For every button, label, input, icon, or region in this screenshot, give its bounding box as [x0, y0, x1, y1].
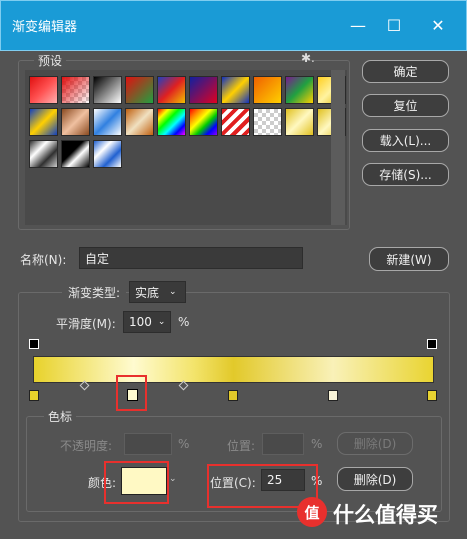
smoothness-unit: %	[178, 315, 190, 329]
gradient-type-value: 实底	[135, 285, 160, 300]
preset-swatch[interactable]	[253, 76, 282, 104]
opacity-stop-right[interactable]	[427, 339, 437, 349]
preset-swatch[interactable]	[221, 108, 250, 136]
presets-legend: 预设	[34, 52, 67, 69]
minimize-button[interactable]: —	[340, 12, 376, 38]
preset-swatch[interactable]	[125, 76, 154, 104]
reset-button[interactable]: 复位	[362, 94, 449, 117]
opacity-location-unit: %	[311, 437, 323, 451]
opacity-location-label: 位置:	[227, 439, 256, 453]
preset-swatch[interactable]	[29, 140, 58, 168]
watermark-logo-icon: 值	[297, 497, 327, 527]
smoothness-value: 100	[129, 315, 152, 329]
ok-button[interactable]: 确定	[362, 60, 449, 83]
preset-swatch[interactable]	[189, 108, 218, 136]
window-title: 渐变编辑器	[12, 20, 78, 35]
preset-swatch[interactable]	[285, 76, 314, 104]
color-stop[interactable]	[29, 390, 39, 401]
preset-swatch[interactable]	[29, 76, 58, 104]
chevron-down-icon: ⌄	[157, 317, 166, 327]
highlight-selected-stop	[116, 375, 147, 411]
highlight-color	[104, 461, 169, 504]
color-delete-button[interactable]: 删除(D)	[337, 467, 413, 491]
opacity-stop-left[interactable]	[29, 339, 39, 349]
color-stop[interactable]	[328, 390, 338, 401]
presets-grid	[25, 70, 347, 225]
preset-swatch[interactable]	[221, 76, 250, 104]
close-icon: ✕	[431, 15, 445, 35]
minimize-icon: —	[350, 15, 366, 35]
preset-swatch[interactable]	[125, 108, 154, 136]
smoothness-label: 平滑度(M):	[56, 317, 116, 331]
preset-swatch[interactable]	[61, 140, 90, 168]
color-stop[interactable]	[228, 390, 238, 401]
name-input[interactable]: 自定	[79, 247, 303, 269]
opacity-unit: %	[178, 437, 190, 451]
chevron-down-icon: ⌄	[169, 287, 177, 297]
preset-swatch[interactable]	[285, 108, 314, 136]
gradient-preview-bar[interactable]	[33, 356, 434, 383]
watermark-text: 什么值得买	[333, 503, 438, 527]
new-button[interactable]: 新建(W)	[369, 247, 449, 271]
maximize-icon: ☐	[386, 15, 402, 35]
preset-swatch[interactable]	[61, 76, 90, 104]
preset-swatch[interactable]	[157, 76, 186, 104]
name-label: 名称(N):	[20, 253, 67, 267]
preset-swatch[interactable]	[61, 108, 90, 136]
gradient-type-select[interactable]: 实底 ⌄	[129, 281, 186, 303]
opacity-input	[124, 433, 172, 455]
save-button[interactable]: 存储(S)...	[362, 163, 449, 186]
preset-swatch[interactable]	[189, 76, 218, 104]
preset-swatch[interactable]	[29, 108, 58, 136]
chevron-down-icon[interactable]: ⌄	[169, 474, 177, 484]
smoothness-select[interactable]: 100 ⌄	[123, 311, 171, 333]
presets-menu-icon[interactable]: ✱.	[301, 51, 315, 65]
preset-swatch[interactable]	[253, 108, 282, 136]
gradient-type-label: 渐变类型:	[62, 284, 127, 301]
preset-swatch[interactable]	[93, 108, 122, 136]
preset-swatch[interactable]	[157, 108, 186, 136]
preset-swatch[interactable]	[93, 76, 122, 104]
color-stops-legend: 色标	[44, 408, 77, 425]
close-button[interactable]: ✕	[420, 12, 456, 38]
opacity-location-input	[262, 433, 304, 455]
opacity-label: 不透明度:	[60, 439, 113, 453]
opacity-delete-button: 删除(D)	[337, 432, 413, 455]
color-stop[interactable]	[427, 390, 437, 401]
maximize-button[interactable]: ☐	[376, 12, 412, 38]
preset-swatch[interactable]	[93, 140, 122, 168]
load-button[interactable]: 载入(L)...	[362, 129, 449, 152]
presets-scrollbar[interactable]	[331, 70, 345, 225]
